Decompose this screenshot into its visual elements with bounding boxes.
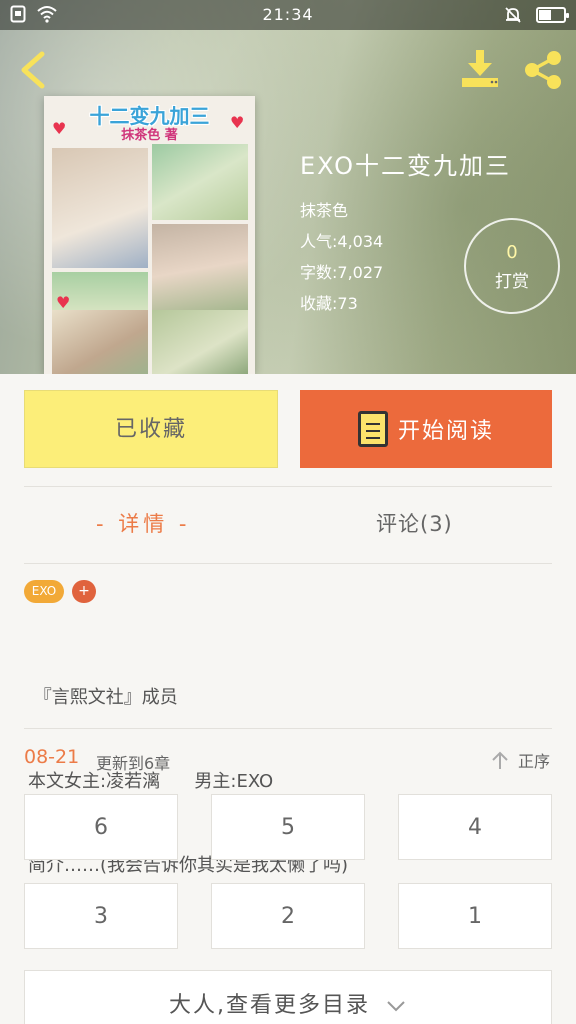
divider (24, 728, 552, 729)
chapter-button[interactable]: 6 (24, 794, 178, 860)
update-text: 更新到6章 (96, 754, 171, 773)
add-tag-button[interactable]: + (72, 580, 96, 603)
sort-order-toggle[interactable]: 正序 (490, 748, 550, 772)
divider (24, 486, 552, 487)
arrow-up-icon (492, 751, 508, 769)
heart-icon: ♥ (56, 293, 71, 312)
mute-bell-icon (505, 7, 521, 23)
chapter-button[interactable]: 4 (398, 794, 552, 860)
chapter-button[interactable]: 2 (211, 883, 365, 949)
share-button[interactable] (520, 48, 566, 92)
download-button[interactable] (458, 48, 504, 90)
cover-photo (152, 310, 248, 374)
reward-label: 打赏 (495, 272, 529, 292)
status-time: 21:34 (262, 5, 314, 24)
battery-icon (536, 7, 569, 23)
collected-button[interactable]: 已收藏 (24, 390, 278, 468)
chapter-button[interactable]: 5 (211, 794, 365, 860)
synopsis-line: 『言熙文社』成员 (28, 687, 178, 708)
cover-photo (52, 148, 148, 268)
reward-button[interactable]: 0 打赏 (464, 218, 560, 314)
cover-photo (152, 144, 248, 220)
cover-photo (52, 310, 148, 374)
back-button[interactable] (14, 48, 50, 92)
status-bar: 21:34 (0, 0, 576, 30)
synopsis-line: 本文女主:凌若漓 男主:EXO (28, 771, 274, 792)
header-hero: 21:34 ♥ ♥ ♥ 十二变九加三 抹茶色 著 EXO十二变九加三 抹茶色 人… (0, 0, 576, 374)
start-reading-button[interactable]: 开始阅读 (300, 390, 552, 468)
cover-author: 抹茶色 著 (121, 128, 178, 143)
book-title: EXO十二变九加三 (300, 152, 511, 180)
book-author[interactable]: 抹茶色 (300, 195, 511, 226)
cover-photo (152, 224, 248, 314)
more-chapters-label: 大人,查看更多目录 (169, 993, 370, 1018)
tab-comments[interactable]: 评论(3) (376, 508, 453, 538)
book-icon (357, 411, 388, 447)
divider (24, 563, 552, 564)
chevron-down-icon (387, 1001, 405, 1012)
reward-count: 0 (506, 242, 518, 263)
more-chapters-button[interactable]: 大人,查看更多目录 (24, 970, 552, 1024)
book-detail-screen: 21:34 ♥ ♥ ♥ 十二变九加三 抹茶色 著 EXO十二变九加三 抹茶色 人… (0, 0, 576, 1024)
book-cover[interactable]: ♥ ♥ ♥ 十二变九加三 抹茶色 著 (44, 96, 255, 374)
start-reading-label: 开始阅读 (397, 419, 494, 444)
chapter-button[interactable]: 1 (398, 883, 552, 949)
tag-exo[interactable]: EXO (24, 580, 64, 603)
tab-detail[interactable]: - 详情 - (96, 508, 191, 538)
chapter-button[interactable]: 3 (24, 883, 178, 949)
sort-order-label: 正序 (517, 752, 550, 771)
update-date: 08-21 (24, 746, 80, 768)
